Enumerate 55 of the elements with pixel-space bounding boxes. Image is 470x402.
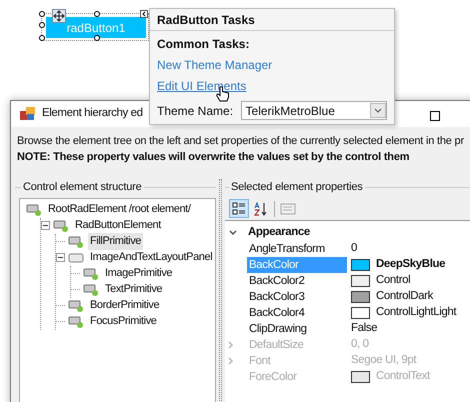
property-name[interactable]: BackColor4 [247, 304, 347, 320]
resize-handle[interactable] [94, 11, 100, 17]
property-value: ControlLightLight [376, 304, 456, 320]
property-value: DeepSkyBlue [376, 256, 446, 272]
element-icon [83, 284, 99, 296]
tree-item[interactable]: ImagePrimitive [103, 265, 174, 282]
move-icon[interactable] [52, 9, 66, 23]
category-label: Appearance [248, 224, 310, 240]
property-name[interactable]: AngleTransform [247, 240, 347, 256]
maximize-button[interactable] [430, 111, 440, 121]
theme-dropdown[interactable]: TelerikMetroBlue [240, 101, 387, 120]
tree-item[interactable]: RootRadElement /root element/ [46, 201, 192, 218]
element-icon [26, 204, 42, 216]
description-text: Browse the element tree on the left and set properties of the currently selected element in the pr [17, 134, 465, 149]
sort-icon [253, 202, 267, 216]
tree-item[interactable]: ImageAndTextLayoutPanel [88, 249, 214, 266]
tree-item[interactable]: TextPrimitive [103, 281, 164, 298]
tree-item[interactable]: BorderPrimitive [88, 297, 162, 314]
property-value: Control [376, 272, 410, 288]
task-link[interactable]: New Theme Manager [157, 58, 272, 72]
toolbar-button[interactable] [229, 199, 249, 218]
tree-item[interactable]: FocusPrimitive [88, 313, 159, 330]
collapse-icon[interactable] [140, 10, 148, 18]
tree-item[interactable]: FillPrimitive [88, 233, 144, 250]
collapse-toggle[interactable] [56, 253, 65, 262]
group-label: Selected element properties [230, 180, 364, 195]
section-heading: Common Tasks: [157, 37, 250, 52]
element-icon [68, 316, 84, 328]
chevron-down-icon[interactable] [228, 228, 238, 236]
app-icon [20, 107, 36, 121]
element-icon [83, 268, 99, 280]
property-value: ControlDark [376, 288, 433, 304]
resize-handle[interactable] [39, 35, 45, 41]
element-icon [68, 300, 84, 312]
note-text: NOTE: These property values will overwrite the values set by the control them [17, 150, 410, 165]
element-icon [53, 220, 69, 232]
tree-item[interactable]: RadButtonElement [73, 217, 163, 234]
collapse-toggle[interactable] [41, 221, 50, 230]
property-name[interactable]: ClipDrawing [247, 320, 347, 336]
panel-icon [68, 252, 84, 264]
categorized-icon [232, 202, 246, 216]
property-name[interactable]: BackColor2 [247, 272, 347, 288]
property-value: 0 [351, 240, 357, 256]
theme-label: Theme Name: [157, 102, 234, 120]
element-icon [68, 236, 84, 248]
property-pages-icon [280, 202, 296, 216]
task-link[interactable]: Edit UI Elements [157, 79, 246, 93]
property-name[interactable]: BackColor3 [247, 288, 347, 304]
property-value: Segoe UI, 9pt [351, 352, 416, 368]
panel-title: RadButton Tasks [157, 12, 255, 28]
property-value: ControlText [376, 368, 430, 384]
property-value: 0, 0 [351, 336, 369, 352]
group-label: Control element structure [22, 180, 142, 195]
property-value: False [351, 320, 378, 336]
window-title: Element hierarchy ed [42, 106, 143, 122]
